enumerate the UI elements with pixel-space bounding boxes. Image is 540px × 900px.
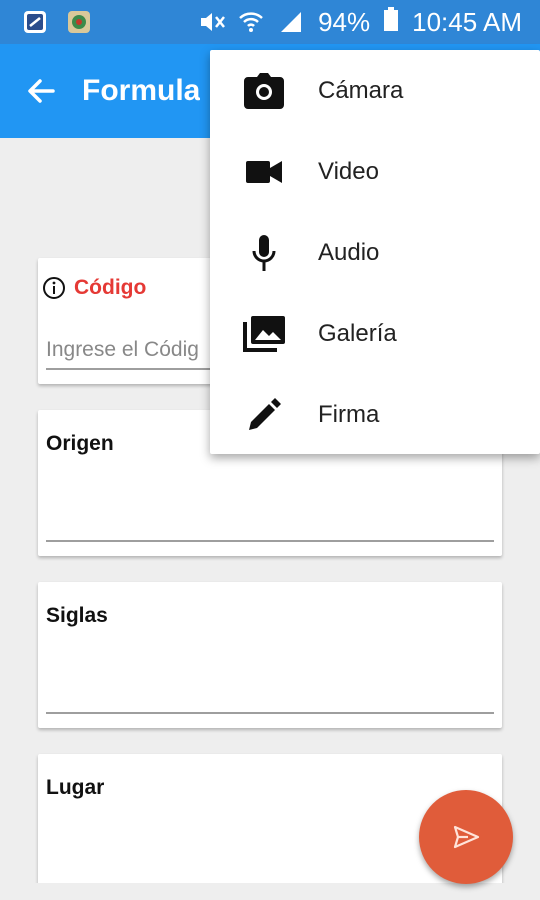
mic-icon xyxy=(252,234,276,271)
signal-icon xyxy=(278,9,304,35)
camera-icon xyxy=(244,72,284,109)
page-title: Formula xyxy=(82,74,201,107)
menu-label-video: Video xyxy=(318,157,379,185)
attachment-menu: Cámara Video Audio Galería Firma xyxy=(210,50,540,454)
clock: 10:45 AM xyxy=(412,6,522,37)
info-icon xyxy=(43,277,65,299)
menu-label-firma: Firma xyxy=(318,400,380,428)
wifi-icon xyxy=(238,9,264,35)
send-button[interactable] xyxy=(419,790,513,884)
gallery-icon xyxy=(243,315,285,352)
menu-item-audio[interactable]: Audio xyxy=(210,212,540,293)
codigo-label: Código xyxy=(74,276,147,299)
arrow-left-icon xyxy=(28,79,55,103)
app-icon-1 xyxy=(22,9,48,35)
status-bar-right: 94% 10:45 AM xyxy=(198,6,522,38)
lugar-label: Lugar xyxy=(46,776,105,799)
siglas-label: Siglas xyxy=(46,604,108,627)
status-bar: 94% 10:45 AM xyxy=(0,0,540,44)
app-icon-2 xyxy=(66,9,92,35)
menu-label-camara: Cámara xyxy=(318,76,404,104)
origen-input[interactable] xyxy=(46,540,494,542)
send-icon xyxy=(453,825,480,849)
back-button[interactable] xyxy=(0,44,82,138)
mute-icon xyxy=(198,9,226,35)
menu-item-camara[interactable]: Cámara xyxy=(210,50,540,131)
required-label-row: Código xyxy=(42,276,146,300)
menu-item-video[interactable]: Video xyxy=(210,131,540,212)
menu-label-audio: Audio xyxy=(318,238,380,266)
codigo-input[interactable]: Ingrese el Códig xyxy=(46,338,199,362)
battery-icon xyxy=(384,6,399,38)
origen-label: Origen xyxy=(46,432,114,455)
status-bar-left xyxy=(22,9,92,35)
pen-icon xyxy=(249,397,281,430)
menu-label-galeria: Galería xyxy=(318,319,397,347)
menu-item-galeria[interactable]: Galería xyxy=(210,293,540,374)
battery-percent: 94% xyxy=(318,6,371,37)
menu-item-firma[interactable]: Firma xyxy=(210,374,540,455)
siglas-input[interactable] xyxy=(46,712,494,714)
field-card-siglas: Siglas xyxy=(38,582,502,728)
video-icon xyxy=(246,160,282,183)
